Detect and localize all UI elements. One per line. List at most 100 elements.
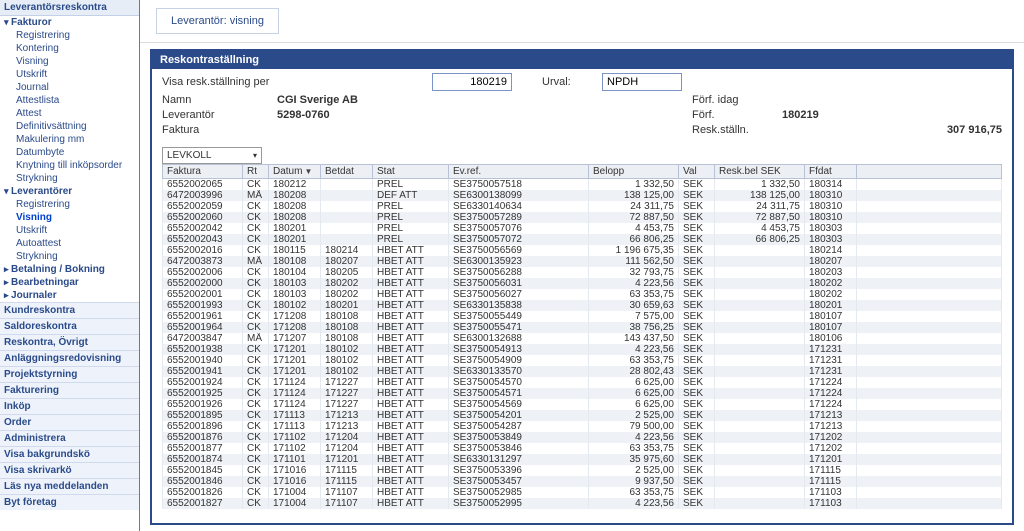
table-row[interactable]: 6552001941CK171201180102HBET ATTSE633013…	[163, 366, 1002, 377]
table-row[interactable]: 6552001961CK171208180108HBET ATTSE375005…	[163, 311, 1002, 322]
sidebar-category[interactable]: Order	[0, 414, 139, 430]
sidebar-category[interactable]: Kundreskontra	[0, 302, 139, 318]
tree-item[interactable]: Autoattest	[0, 237, 139, 250]
tree-item[interactable]: Utskrift	[0, 224, 139, 237]
col-header[interactable]: Resk.bel SEK	[715, 165, 805, 179]
table-row[interactable]: 6552001877CK171102171204HBET ATTSE375005…	[163, 443, 1002, 454]
tree-item[interactable]: Definitivsättning	[0, 120, 139, 133]
tree-item[interactable]: Kontering	[0, 42, 139, 55]
table-cell: 66 806,25	[589, 234, 679, 245]
form-label-right: Förf.	[692, 109, 782, 121]
tree-item[interactable]: Attest	[0, 107, 139, 120]
table-cell: CK	[243, 487, 269, 498]
table-cell: 1 332,50	[715, 179, 805, 191]
table-cell: PREL	[373, 212, 449, 223]
sidebar-category[interactable]: Projektstyrning	[0, 366, 139, 382]
col-header[interactable]: Ffdat	[805, 165, 857, 179]
table-row[interactable]: 6552001924CK171124171227HBET ATTSE375005…	[163, 377, 1002, 388]
tree-item[interactable]: Makulering mm	[0, 133, 139, 146]
table-cell	[715, 432, 805, 443]
tree-item[interactable]: Knytning till inköpsorder	[0, 159, 139, 172]
table-row[interactable]: 6552001826CK171004171107HBET ATTSE375005…	[163, 487, 1002, 498]
tree-item[interactable]: Visning	[0, 211, 139, 224]
table-cell: HBET ATT	[373, 355, 449, 366]
table-row[interactable]: 6552002006CK180104180205HBET ATTSE375005…	[163, 267, 1002, 278]
sidebar-category[interactable]: Visa bakgrundskö	[0, 446, 139, 462]
col-header[interactable]: Ev.ref.	[449, 165, 589, 179]
sidebar-category[interactable]: Reskontra, Övrigt	[0, 334, 139, 350]
table-row[interactable]: 6552001896CK171113171213HBET ATTSE375005…	[163, 421, 1002, 432]
tree-item[interactable]: Visning	[0, 55, 139, 68]
col-header[interactable]: Belopp	[589, 165, 679, 179]
table-cell: 180108	[269, 256, 321, 267]
table-row[interactable]: 6552001846CK171016171115HBET ATTSE375005…	[163, 476, 1002, 487]
tree-group-toggle[interactable]: Bearbetningar	[0, 276, 139, 289]
tree-item[interactable]: Utskrift	[0, 68, 139, 81]
sidebar-category[interactable]: Läs nya meddelanden	[0, 478, 139, 494]
table-row[interactable]: 6552001925CK171124171227HBET ATTSE375005…	[163, 388, 1002, 399]
table-cell: 171224	[805, 388, 857, 399]
col-header[interactable]: Betdat	[321, 165, 373, 179]
table-cell: SE3750053849	[449, 432, 589, 443]
table-row[interactable]: 6552002065CK180212PRELSE37500575181 332,…	[163, 179, 1002, 191]
table-row[interactable]: 6472003847MÅ171207180108HBET ATTSE630013…	[163, 333, 1002, 344]
table-row[interactable]: 6552002042CK180201PRELSE37500570764 453,…	[163, 223, 1002, 234]
table-cell: 138 125,00	[715, 190, 805, 201]
table-cell: 171004	[269, 487, 321, 498]
table-row[interactable]: 6552002059CK180208PRELSE633014063424 311…	[163, 201, 1002, 212]
urval-input[interactable]	[602, 73, 682, 91]
tree-group-toggle[interactable]: Betalning / Bokning	[0, 263, 139, 276]
table-row[interactable]: 6552001895CK171113171213HBET ATTSE375005…	[163, 410, 1002, 421]
table-row[interactable]: 6552001827CK171004171107HBET ATTSE375005…	[163, 498, 1002, 509]
table-cell: SE3750053396	[449, 465, 589, 476]
table-row[interactable]: 6472003996MÅ180208DEF ATTSE6300138099138…	[163, 190, 1002, 201]
tree-item[interactable]: Strykning	[0, 250, 139, 263]
table-row[interactable]: 6552002043CK180201PRELSE375005707266 806…	[163, 234, 1002, 245]
table-row[interactable]: 6552001874CK171101171201HBET ATTSE633013…	[163, 454, 1002, 465]
tree-item[interactable]: Attestlista	[0, 94, 139, 107]
table-row[interactable]: 6552002060CK180208PRELSE375005728972 887…	[163, 212, 1002, 223]
table-row[interactable]: 6552001926CK171124171227HBET ATTSE375005…	[163, 399, 1002, 410]
table-cell	[715, 377, 805, 388]
tree-item[interactable]: Datumbyte	[0, 146, 139, 159]
table-cell	[715, 498, 805, 509]
table-row[interactable]: 6552001964CK171208180108HBET ATTSE375005…	[163, 322, 1002, 333]
tree-group-toggle[interactable]: Leverantörer	[0, 185, 139, 198]
table-cell: SE3750054570	[449, 377, 589, 388]
per-input[interactable]	[432, 73, 512, 91]
table-row[interactable]: 6552002016CK180115180214HBET ATTSE375005…	[163, 245, 1002, 256]
table-row[interactable]: 6552001938CK171201180102HBET ATTSE375005…	[163, 344, 1002, 355]
sidebar-category[interactable]: Saldoreskontra	[0, 318, 139, 334]
table-cell: 180102	[321, 355, 373, 366]
tree-item[interactable]: Strykning	[0, 172, 139, 185]
col-header[interactable]: Rt	[243, 165, 269, 179]
table-cell: 180212	[269, 179, 321, 191]
tree-item[interactable]: Journal	[0, 81, 139, 94]
col-header[interactable]: Val	[679, 165, 715, 179]
table-cell: 6472003996	[163, 190, 243, 201]
col-header[interactable]: Stat	[373, 165, 449, 179]
tree-group-toggle[interactable]: Journaler	[0, 289, 139, 302]
tree-group-toggle[interactable]: Fakturor	[0, 16, 139, 29]
sidebar-category[interactable]: Inköp	[0, 398, 139, 414]
table-row[interactable]: 6552001845CK171016171115HBET ATTSE375005…	[163, 465, 1002, 476]
sidebar-category[interactable]: Byt företag	[0, 494, 139, 510]
sidebar-category[interactable]: Administrera	[0, 430, 139, 446]
table-cell: MÅ	[243, 190, 269, 201]
table-row[interactable]: 6472003873MÅ180108180207HBET ATTSE630013…	[163, 256, 1002, 267]
table-row[interactable]: 6552001876CK171102171204HBET ATTSE375005…	[163, 432, 1002, 443]
tree-item[interactable]: Registrering	[0, 29, 139, 42]
sidebar-category[interactable]: Anläggningsredovisning	[0, 350, 139, 366]
table-cell: SE3750054287	[449, 421, 589, 432]
table-row[interactable]: 6552001993CK180102180201HBET ATTSE633013…	[163, 300, 1002, 311]
levkoll-dropdown[interactable]: LEVKOLL ▾	[162, 147, 262, 164]
table-row[interactable]: 6552002001CK180103180202HBET ATTSE375005…	[163, 289, 1002, 300]
sidebar-category[interactable]: Visa skrivarkö	[0, 462, 139, 478]
col-header[interactable]: Faktura	[163, 165, 243, 179]
sidebar-category[interactable]: Fakturering	[0, 382, 139, 398]
table-row[interactable]: 6552002000CK180103180202HBET ATTSE375005…	[163, 278, 1002, 289]
table-cell: SE3750055449	[449, 311, 589, 322]
tree-item[interactable]: Registrering	[0, 198, 139, 211]
table-row[interactable]: 6552001940CK171201180102HBET ATTSE375005…	[163, 355, 1002, 366]
col-header[interactable]: Datum▼	[269, 165, 321, 179]
